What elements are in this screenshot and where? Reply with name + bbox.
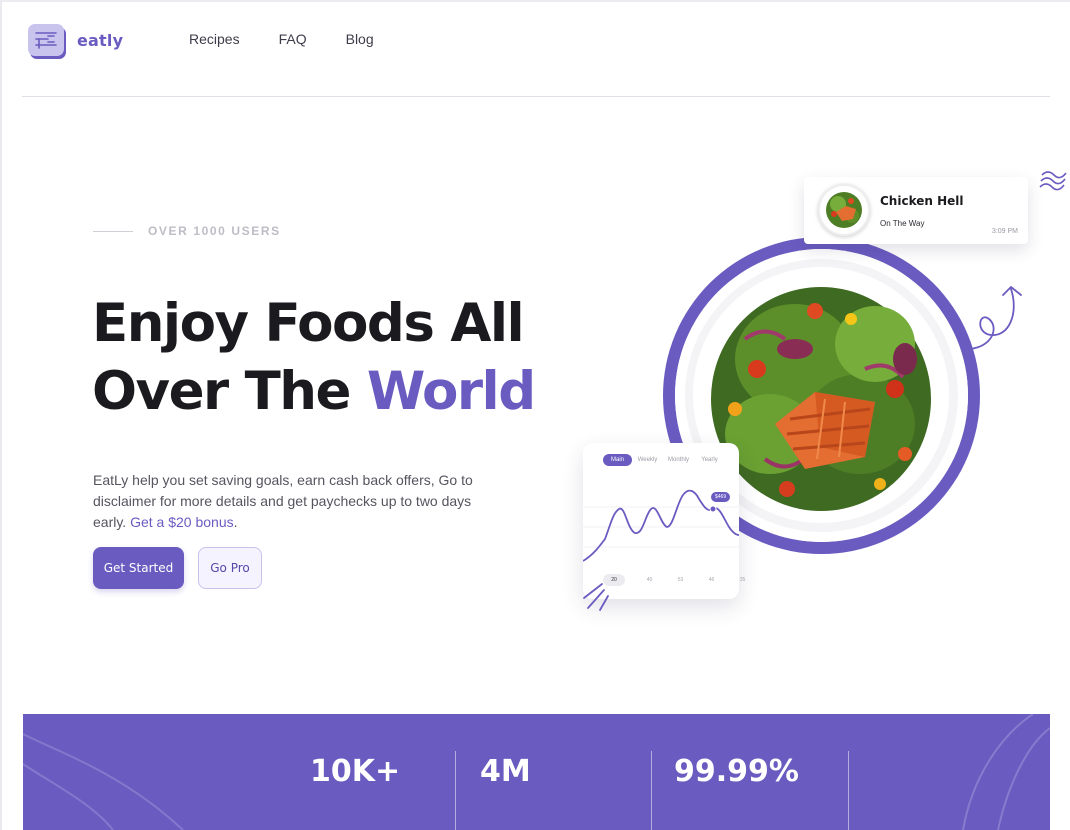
brand-name: eatly: [77, 30, 124, 50]
nav-link-blog[interactable]: Blog: [346, 31, 374, 47]
headline-line-2: Over The: [92, 361, 367, 422]
notification-time: 3:09 PM: [991, 228, 1018, 235]
stat-divider: [848, 751, 849, 830]
hero-eyebrow: OVER 1000 USERS: [93, 224, 281, 238]
chart-tooltip: $469: [711, 492, 731, 502]
stat-downloads: 4M: [480, 754, 531, 789]
stats-band: 10K+ 4M 99.99%: [23, 714, 1050, 830]
spending-chart-card: Main Weekly Monthly Yearly $469 20 40 53…: [583, 443, 745, 599]
logo-link[interactable]: eatly: [28, 24, 123, 56]
chart-x-label: 46: [708, 577, 715, 583]
stat-users: 10K+: [310, 754, 401, 789]
order-notification-card[interactable]: Chicken Hell On The Way 3:09 PM: [804, 177, 1028, 244]
logo-icon: [28, 24, 64, 56]
stat-uptime: 99.99%: [674, 754, 799, 789]
nav-link-faq[interactable]: FAQ: [279, 31, 307, 47]
eyebrow-text: OVER 1000 USERS: [148, 224, 281, 238]
nav-links: Recipes FAQ Blog: [189, 31, 413, 47]
chart-x-label: 53: [677, 577, 684, 583]
burst-lines-icon: [583, 583, 609, 611]
wave-lines-icon: [1039, 171, 1067, 191]
nav-link-recipes[interactable]: Recipes: [189, 31, 240, 47]
description-end: .: [233, 514, 238, 530]
dish-thumbnail: [818, 184, 870, 236]
bonus-link[interactable]: Get a $20 bonus: [130, 514, 234, 530]
top-nav: eatly Recipes FAQ Blog: [0, 0, 1070, 96]
chart-x-axis: 20 40 53 46 35: [603, 574, 758, 586]
stat-divider: [651, 751, 652, 830]
stat-divider: [455, 751, 456, 830]
go-pro-button[interactable]: Go Pro: [198, 547, 262, 589]
hero-description: EatLy help you set saving goals, earn ca…: [93, 470, 483, 533]
get-started-button[interactable]: Get Started: [93, 547, 184, 589]
notification-title: Chicken Hell: [880, 194, 964, 208]
hero-headline: Enjoy Foods All Over The World: [92, 290, 536, 426]
chart-x-label: 40: [646, 577, 653, 583]
nav-divider: [22, 96, 1050, 97]
headline-accent: World: [366, 361, 536, 422]
stats-decoration: [23, 714, 1050, 830]
squiggle-arrow-icon: [968, 286, 1022, 350]
chart-x-label: 35: [739, 577, 746, 583]
headline-line-1: Enjoy Foods All: [92, 293, 525, 354]
notification-status: On The Way: [880, 219, 925, 228]
eyebrow-line: [93, 230, 133, 232]
